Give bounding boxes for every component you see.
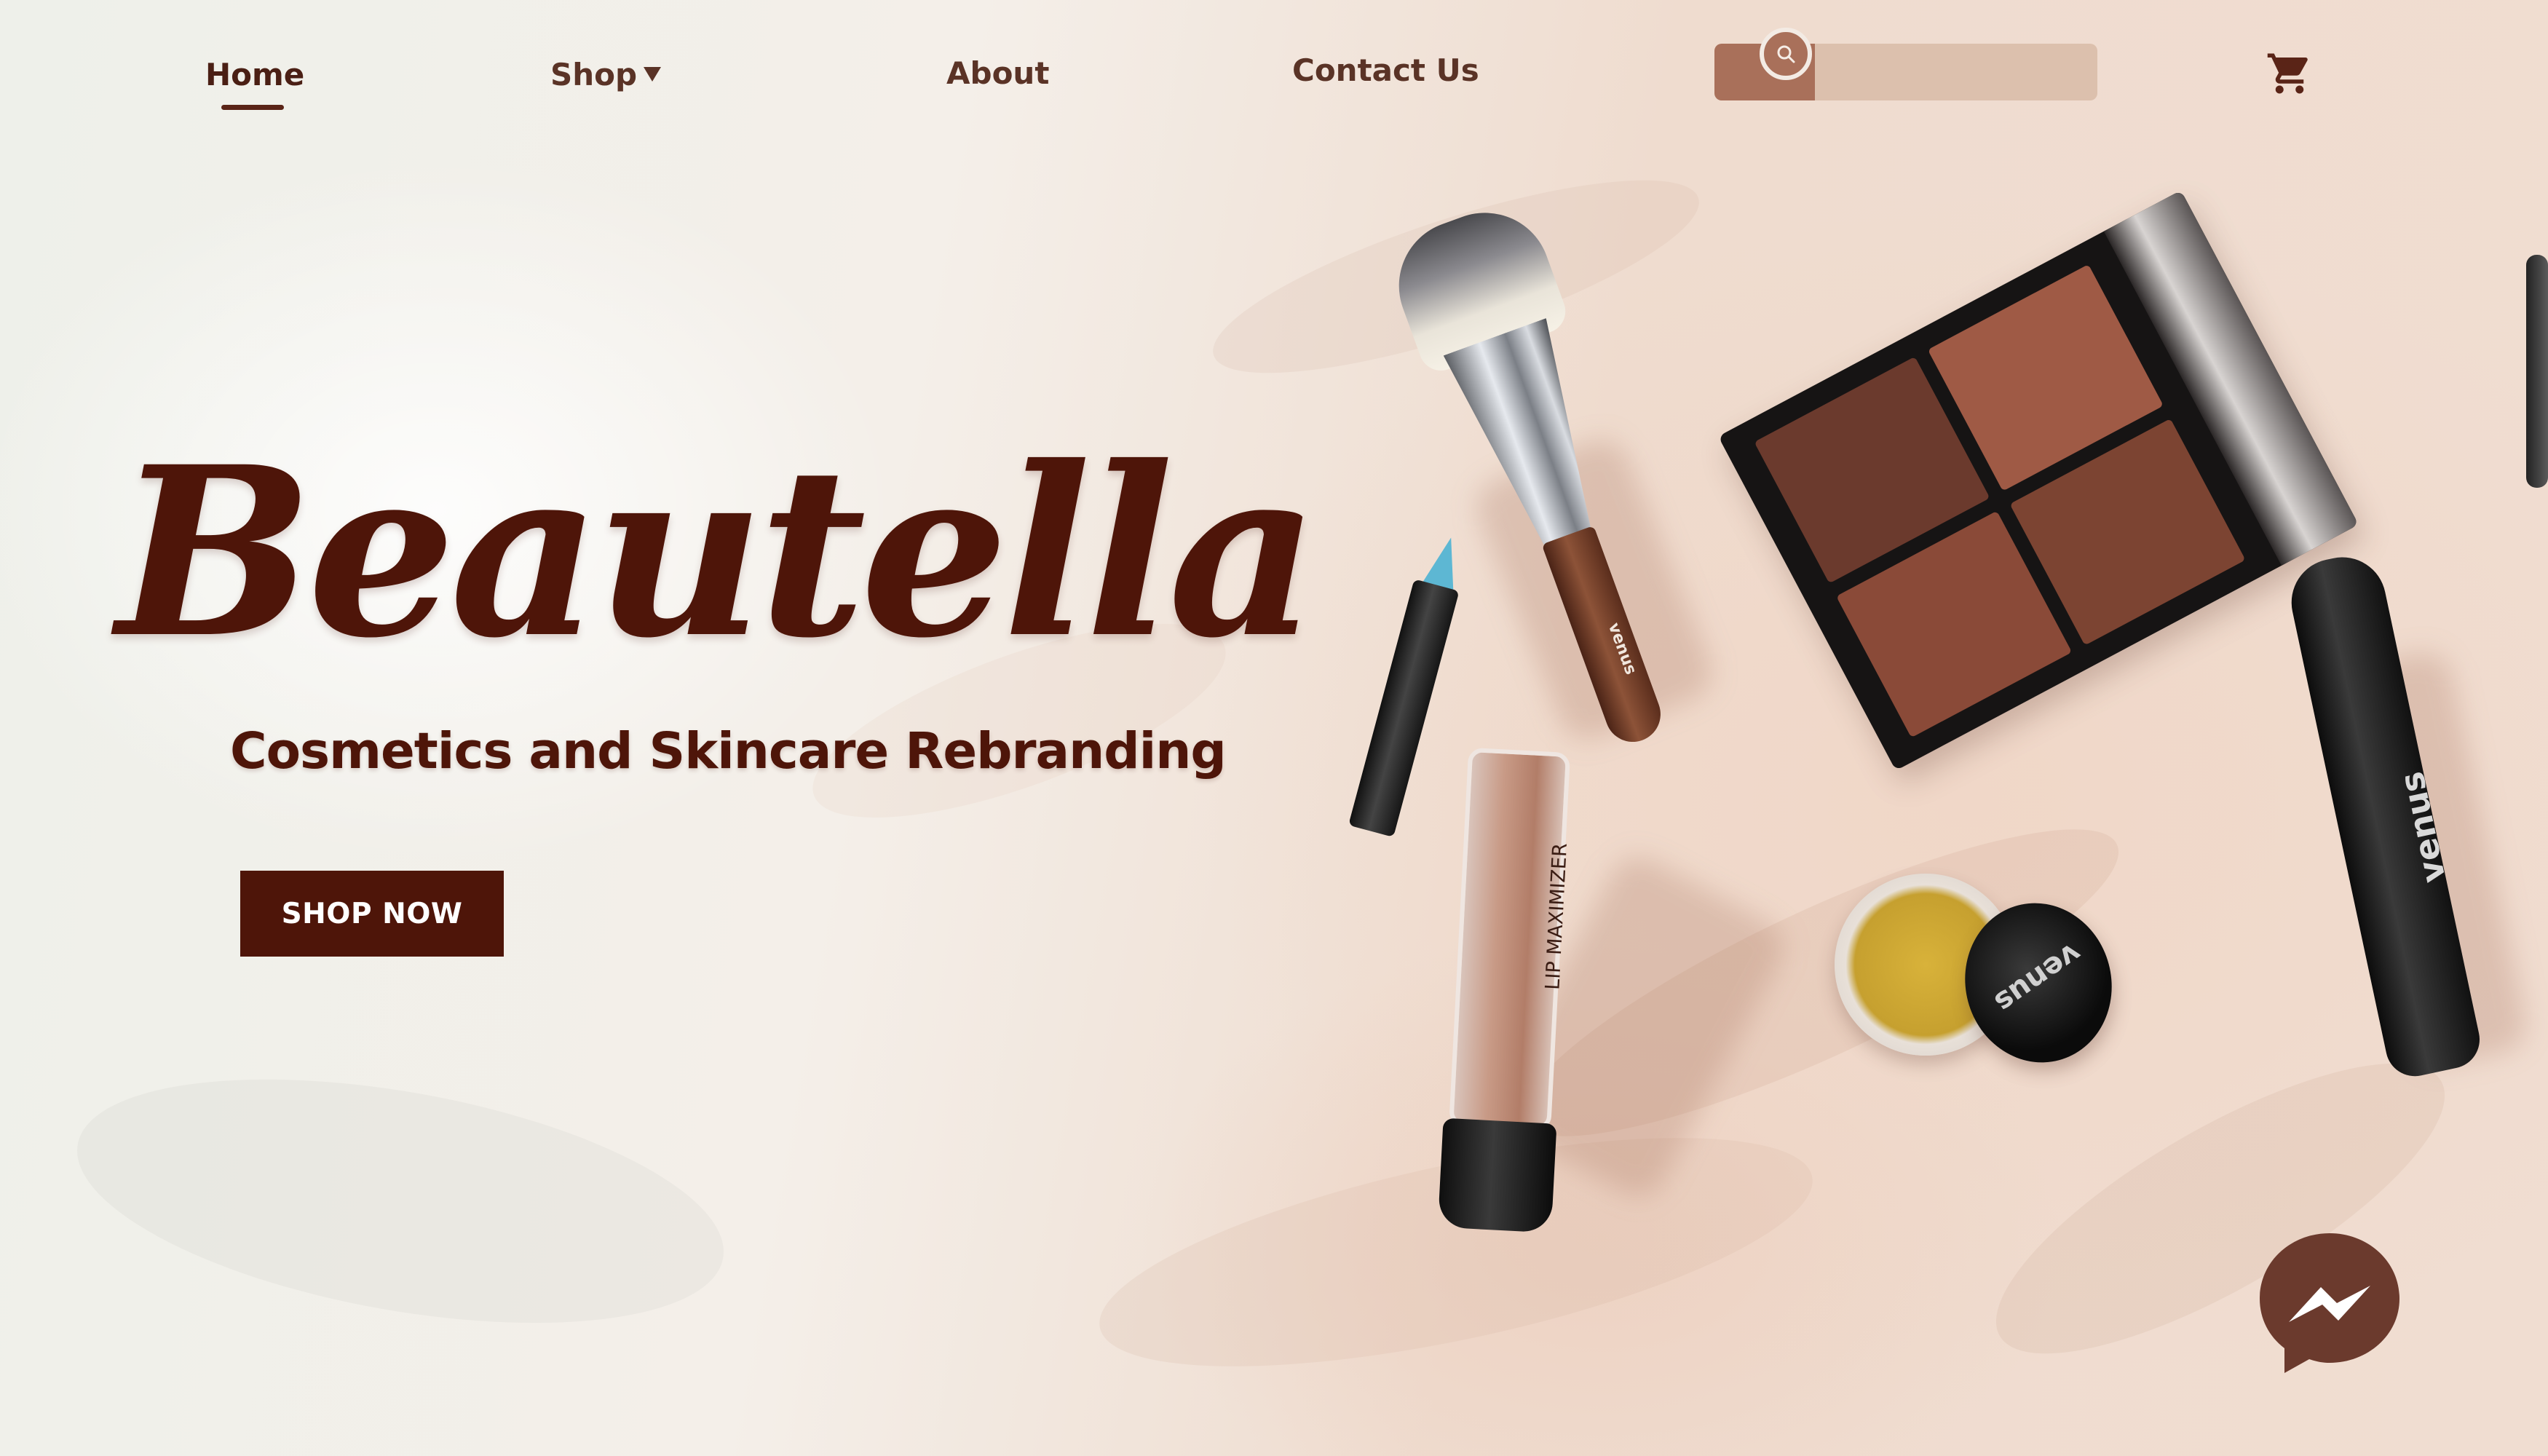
pigment-brand-label: venus (1988, 935, 2088, 1020)
brand-title: Beautella (116, 416, 1319, 689)
search-button[interactable] (1760, 28, 1812, 80)
hero-tagline: Cosmetics and Skincare Rebranding (230, 722, 1227, 780)
nav-active-underline (221, 105, 284, 110)
sand-ripple (58, 1037, 743, 1366)
chevron-down-icon[interactable] (644, 67, 661, 82)
shop-now-button[interactable]: SHOP NOW (240, 871, 504, 957)
nav-about-link[interactable]: About (946, 55, 1049, 91)
nav-home-link[interactable]: Home (205, 57, 304, 92)
nav-contact-link[interactable]: Contact Us (1292, 52, 1479, 88)
lip-maximizer-image: LIP MAXIMIZER (1422, 746, 1592, 1234)
lip-cap (1437, 1117, 1557, 1233)
top-navigation: Home Shop About Contact Us (0, 0, 2548, 131)
mascara-edge-image (2526, 255, 2548, 488)
brush-handle (1541, 525, 1669, 750)
messenger-icon[interactable] (2257, 1230, 2402, 1376)
search-bar (1714, 28, 2097, 100)
cart-icon[interactable] (2266, 50, 2314, 98)
search-icon (1777, 45, 1795, 63)
nav-shop-link[interactable]: Shop (550, 57, 637, 92)
search-input[interactable] (1816, 45, 2092, 99)
